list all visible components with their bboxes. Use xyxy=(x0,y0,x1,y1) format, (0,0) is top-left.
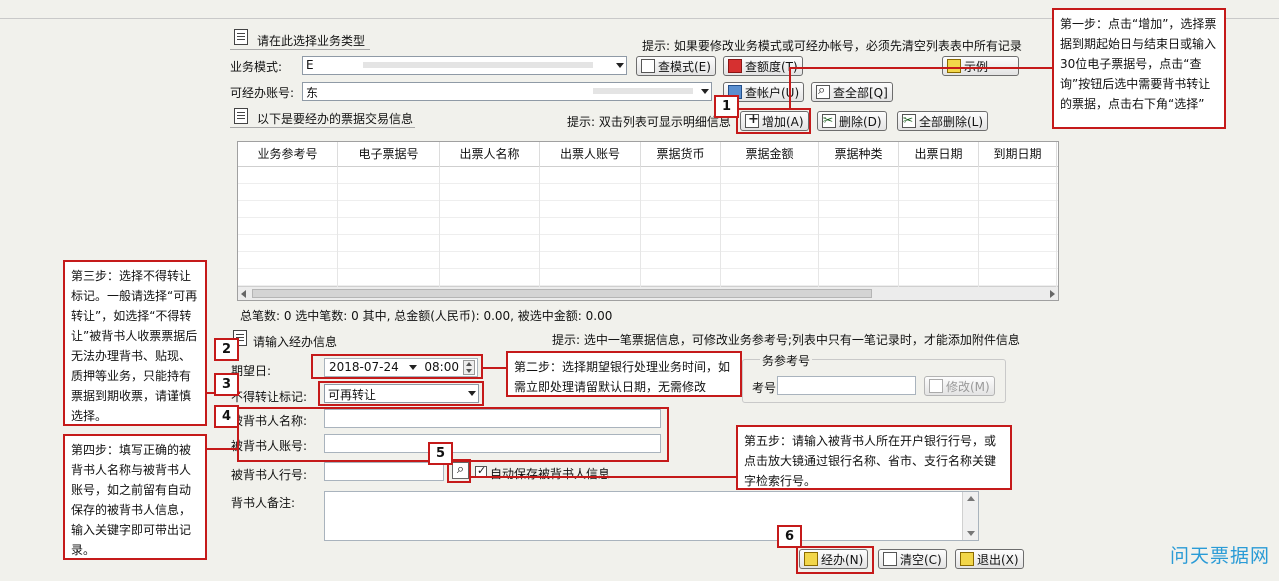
endorsee-bank-label: 被背书人行号: xyxy=(231,468,308,482)
step-marker-3: 3 xyxy=(214,373,239,396)
scroll-right-icon[interactable] xyxy=(1050,290,1055,298)
query-all-button[interactable]: 查全部[Q] xyxy=(811,82,893,102)
column-header[interactable]: 票据种类 xyxy=(819,142,899,167)
biz-mode-label: 业务模式: xyxy=(230,60,283,74)
step-marker-2: 2 xyxy=(214,338,239,361)
table-header: 业务参考号 电子票据号 出票人名称 出票人账号 票据货币 票据金额 票据种类 出票日期 到期日期 xyxy=(238,142,1058,167)
redacted-text xyxy=(363,62,593,68)
chevron-down-icon xyxy=(616,63,624,68)
biz-mode-select[interactable]: E xyxy=(302,56,627,75)
scroll-thumb[interactable] xyxy=(252,289,872,298)
auto-save-label: 自动保存被背书人信息 xyxy=(490,467,611,481)
column-header[interactable]: 到期日期 xyxy=(979,142,1057,167)
list-icon xyxy=(641,59,655,73)
column-header[interactable]: 出票人账号 xyxy=(540,142,641,167)
column-divider xyxy=(439,167,440,287)
ref-field[interactable] xyxy=(777,376,916,395)
table-body[interactable] xyxy=(238,167,1058,287)
transfer-flag-label: 不得转让标记: xyxy=(231,390,308,404)
callout-step2: 第二步：选择期望银行处理业务时间，如需立即处理请留默认日期，无需修改 xyxy=(506,351,742,397)
step-marker-6: 6 xyxy=(777,525,802,548)
summary-text: 总笔数: 0 选中笔数: 0 其中, 总金额(人民币): 0.00, 被选中金额… xyxy=(240,309,613,323)
highlight-transfer xyxy=(318,381,484,406)
exit-icon xyxy=(960,552,974,566)
column-header[interactable]: 出票人名称 xyxy=(440,142,540,167)
column-divider xyxy=(720,167,721,287)
column-divider xyxy=(337,167,338,287)
bills-table[interactable]: 业务参考号 电子票据号 出票人名称 出票人账号 票据货币 票据金额 票据种类 出票日期 到期日期 xyxy=(237,141,1059,301)
callout-step4: 第四步：填写正确的被背书人名称与被背书人账号，如之前留有自动保存的被背书人信息，… xyxy=(63,434,207,560)
highlight-endorsee xyxy=(237,407,669,462)
column-divider xyxy=(978,167,979,287)
chart-icon xyxy=(728,59,742,73)
highlight-handle xyxy=(796,546,874,574)
column-divider xyxy=(898,167,899,287)
step-marker-4: 4 xyxy=(214,405,239,428)
callout-step1: 第一步：点击“增加”，选择票据到期起始日与结束日或输入30位电子票据号，点击“查… xyxy=(1052,8,1226,129)
section-title-input: 请输入经办信息 xyxy=(253,335,338,349)
callout-step3: 第三步：选择不得转让标记。一般请选择“可再转让”，如选择“不得转让”被背书人收票… xyxy=(63,260,207,426)
scroll-left-icon[interactable] xyxy=(241,290,246,298)
section-divider xyxy=(230,127,415,128)
account-select[interactable]: 东 xyxy=(302,82,712,101)
connector-1a xyxy=(789,67,1054,69)
column-divider xyxy=(539,167,540,287)
ref-label: 考号: xyxy=(752,381,781,395)
edit-icon xyxy=(929,379,943,393)
hint-doubleclick: 提示: 双击列表可显示明细信息 xyxy=(567,115,731,129)
callout-step5: 第五步：请输入被背书人所在开户银行行号，或点击放大镜通过银行名称、省市、支行名称… xyxy=(736,425,1012,490)
clear-button[interactable]: 清空(C) xyxy=(878,549,947,569)
hint-attachment: 提示: 选中一笔票据信息，可修改业务参考号;列表中只有一笔记录时，才能添加附件信… xyxy=(552,333,1020,347)
highlight-date xyxy=(311,354,483,379)
redacted-text xyxy=(593,88,693,94)
remark-textarea[interactable] xyxy=(324,491,979,541)
column-divider xyxy=(1056,167,1057,287)
ref-group-label: 务参考号 xyxy=(760,352,813,369)
connector-1b xyxy=(789,67,791,110)
account-label: 可经办账号: xyxy=(230,86,295,100)
vertical-scrollbar[interactable] xyxy=(962,492,978,540)
exit-button[interactable]: 退出(X) xyxy=(955,549,1024,569)
connector-5 xyxy=(471,476,737,478)
column-divider xyxy=(818,167,819,287)
query-mode-button[interactable]: 查模式(E) xyxy=(636,56,716,76)
column-header[interactable]: 出票日期 xyxy=(899,142,979,167)
search-icon xyxy=(816,83,830,99)
horizontal-scrollbar[interactable] xyxy=(238,286,1058,300)
column-header[interactable]: 电子票据号 xyxy=(338,142,440,167)
document-icon xyxy=(234,108,248,124)
hint-mode: 提示: 如果要修改业务模式或可经办帐号，必须先清空列表表中所有记录 xyxy=(642,39,1022,53)
account-value: 东 xyxy=(306,86,319,100)
chevron-down-icon xyxy=(701,89,709,94)
endorsee-bank-field[interactable] xyxy=(324,462,444,481)
remark-label: 背书人备注: xyxy=(231,496,296,510)
scissors-icon xyxy=(902,113,916,128)
section-title-type: 请在此选择业务类型 xyxy=(257,34,366,48)
delete-button[interactable]: 删除(D) xyxy=(817,111,887,131)
section-divider xyxy=(230,49,370,50)
document-icon xyxy=(234,29,248,45)
example-icon xyxy=(947,59,961,73)
column-header[interactable]: 业务参考号 xyxy=(238,142,338,167)
watermark-text: 问天票据网 xyxy=(1170,545,1271,567)
example-button[interactable]: 示例 xyxy=(942,56,1019,76)
biz-mode-value: E xyxy=(306,58,314,72)
step-marker-5: 5 xyxy=(428,442,453,465)
step-marker-1: 1 xyxy=(714,95,739,118)
connector-4 xyxy=(206,448,239,450)
column-divider xyxy=(640,167,641,287)
column-header[interactable]: 票据货币 xyxy=(641,142,721,167)
delete-all-button[interactable]: 全部删除(L) xyxy=(897,111,989,131)
column-header[interactable]: 票据金额 xyxy=(721,142,819,167)
scissors-icon xyxy=(822,113,836,128)
section-title-bills: 以下是要经办的票据交易信息 xyxy=(257,112,414,126)
connector-2 xyxy=(483,367,506,369)
eraser-icon xyxy=(883,552,897,566)
modify-button[interactable]: 修改(M) xyxy=(924,376,995,396)
highlight-add xyxy=(736,108,811,134)
